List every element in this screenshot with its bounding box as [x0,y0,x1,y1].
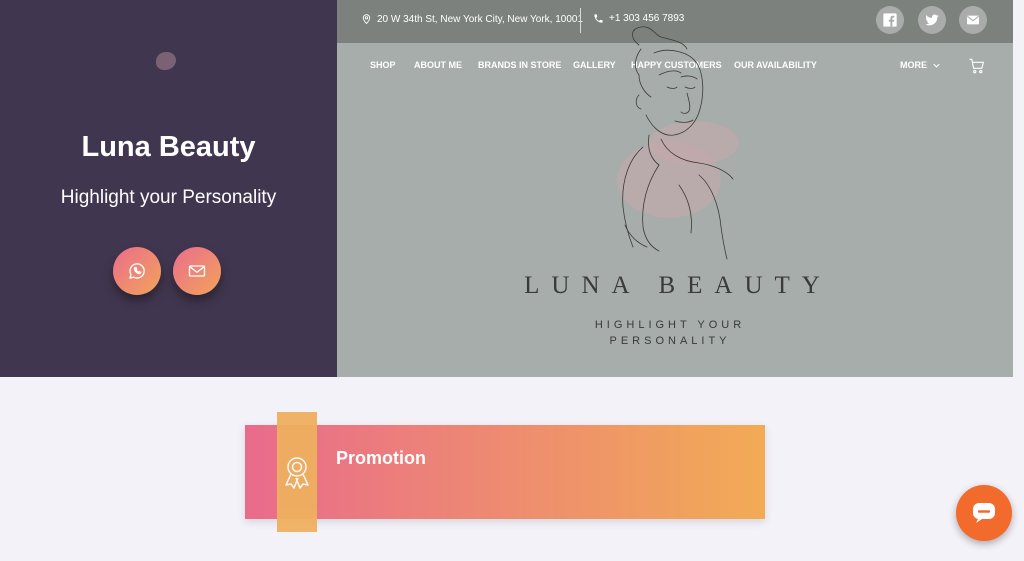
hero-subtitle-line-1: HIGHLIGHT YOUR [594,319,746,331]
nav-more-label: MORE [900,60,927,70]
site-logo[interactable] [146,48,190,84]
mail-icon [967,15,979,25]
brand-panel: Luna Beauty Highlight your Personality [0,0,337,377]
topbar-divider [580,8,581,33]
nav-item-about-me[interactable]: ABOUT ME [414,60,462,70]
brand-tagline: Highlight your Personality [60,187,277,208]
phone-icon [594,14,603,23]
cart-icon[interactable] [968,57,986,75]
nav-more-menu[interactable]: MORE [900,60,940,70]
promotion-title: Promotion [336,448,426,468]
email-link[interactable] [959,6,987,34]
logo-mark [156,52,176,70]
facebook-link[interactable] [876,6,904,34]
award-ribbon-icon [285,457,309,489]
brand-title: Luna Beauty [81,131,256,163]
scrollbar-gutter [1013,0,1024,377]
hero-banner: 20 W 34th St, New York City, New York, 1… [337,0,1013,377]
promotion-banner[interactable] [245,425,765,519]
hero-subtitle-line-2: PERSONALITY [609,335,731,347]
nav-item-brands-in-store[interactable]: BRANDS IN STORE [478,60,561,70]
nav-item-shop[interactable]: SHOP [370,60,396,70]
location-pin-icon [362,14,371,25]
line-art-woman-illustration [617,26,739,260]
email-button[interactable] [173,247,221,295]
address-info[interactable]: 20 W 34th St, New York City, New York, 1… [361,13,583,25]
chat-widget-button[interactable] [956,485,1012,541]
whatsapp-icon [129,263,145,279]
chat-icon [973,503,995,523]
phone-text: +1 303 456 7893 [609,13,685,24]
twitter-icon [925,14,939,26]
promotion-badge [277,412,317,532]
facebook-icon [883,13,897,27]
hero-title: LUNA BEAUTY [524,272,832,299]
chevron-down-icon [933,63,940,68]
address-text: 20 W 34th St, New York City, New York, 1… [377,13,584,25]
whatsapp-button[interactable] [113,247,161,295]
twitter-link[interactable] [918,6,946,34]
mail-icon [188,265,206,277]
phone-info[interactable]: +1 303 456 7893 [593,13,684,24]
